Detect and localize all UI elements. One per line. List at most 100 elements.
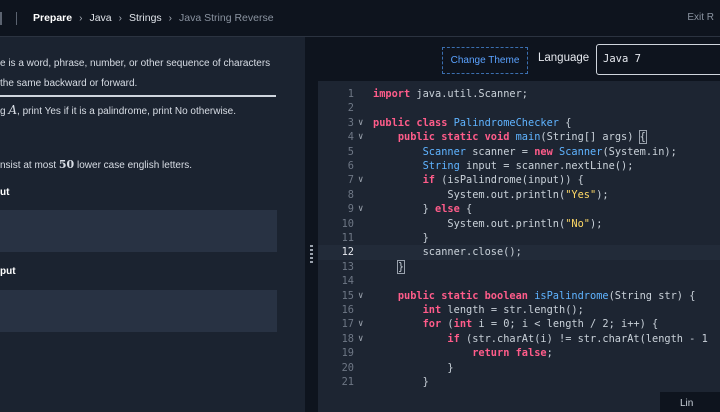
change-theme-button[interactable]: Change Theme (442, 47, 528, 74)
sample-output-heading: put (0, 266, 16, 277)
fold-chevron-icon[interactable]: ∨ (358, 202, 363, 216)
line-number: 5 (347, 145, 354, 158)
code-text: int length = str.length(); (422, 304, 584, 316)
fold-chevron-icon[interactable]: ∨ (358, 317, 363, 331)
code-line[interactable]: 2 (318, 101, 720, 115)
line-number: 19 (341, 347, 354, 360)
line-number: 13 (341, 260, 354, 273)
line-number: 17 (341, 318, 354, 331)
exit-button[interactable]: Exit R (687, 12, 714, 23)
code-line[interactable]: 16 int length = str.length(); (318, 303, 720, 317)
code-line[interactable]: 4 ∨ public static void main(String[] args… (318, 130, 720, 145)
chevron-right-icon: › (118, 12, 122, 24)
code-line[interactable]: 19 return false; (318, 346, 720, 360)
line-number: 20 (341, 361, 354, 374)
intro-line: e is a word, phrase, number, or other se… (0, 58, 271, 69)
sample-output-box (0, 290, 277, 332)
code-text: Scanner scanner = new Scanner(System.in)… (422, 145, 677, 158)
constraint-text: nsist at most 50 lower case english lett… (0, 158, 192, 171)
code-text: } (373, 232, 429, 244)
math-variable: A (8, 103, 18, 117)
code-line[interactable]: 12 scanner.close(); (318, 245, 720, 260)
drag-handle-icon[interactable] (310, 245, 313, 265)
code-text: public static boolean isPalindrome(Strin… (397, 289, 696, 302)
constraint-prefix: nsist at most (0, 160, 59, 171)
line-number: 10 (341, 217, 354, 230)
line-number: 4 (347, 131, 354, 144)
code-text: } (373, 361, 454, 374)
code-text: } (396, 259, 406, 274)
line-number: 15 (341, 289, 354, 302)
code-text: for (int i = 0; i < length / 2; i++) { (422, 318, 659, 331)
code-line[interactable]: 7 ∨ if (isPalindrome(input)) { (318, 173, 720, 187)
line-number: 21 (341, 376, 354, 388)
line-number: 11 (341, 232, 354, 244)
fold-chevron-icon[interactable]: ∨ (358, 173, 363, 187)
line-number: 14 (341, 275, 354, 288)
code-line[interactable]: 18 ∨ if (str.charAt(i) != str.charAt(leng… (318, 332, 720, 346)
task-text: g A, print Yes if it is a palindrome, pr… (0, 103, 236, 117)
code-line[interactable]: 20 } (318, 361, 720, 375)
breadcrumb-java[interactable]: Java (89, 12, 111, 24)
intro-line: the same backward or forward. (0, 78, 138, 89)
cursor-position-status: Lin (660, 392, 720, 412)
line-number: 6 (347, 160, 354, 172)
code-line[interactable]: 9 ∨ } else { (318, 202, 720, 216)
code-line[interactable]: 15 ∨ public static boolean isPalindrome(S… (318, 289, 720, 303)
code-line[interactable]: 13 } (318, 259, 720, 274)
language-select[interactable]: Java 7 (596, 44, 720, 75)
code-text: import java.util.Scanner; (373, 88, 528, 100)
line-number: 2 (347, 102, 354, 115)
breadcrumb-prepare[interactable]: Prepare (33, 12, 72, 24)
code-text: System.out.println("No"); (373, 217, 603, 230)
top-navigation-bar: Prepare › Java › Strings › Java String R… (0, 0, 720, 37)
constraint-suffix: lower case english letters. (74, 160, 193, 171)
problem-statement-panel: e is a word, phrase, number, or other se… (0, 37, 305, 412)
code-text: } else { (373, 203, 473, 216)
language-label: Language (538, 52, 590, 64)
divider (0, 95, 276, 97)
breadcrumb: Prepare › Java › Strings › Java String R… (33, 12, 274, 24)
code-line[interactable]: 3 ∨ public class PalindromeChecker { (318, 116, 720, 130)
line-number: 9 (347, 203, 354, 216)
menu-edge-divider (0, 12, 2, 25)
code-text: return false; (472, 347, 553, 360)
line-number: 7 (347, 174, 354, 187)
code-text: String input = scanner.nextLine(); (422, 160, 634, 172)
fold-chevron-icon[interactable]: ∨ (358, 130, 363, 144)
code-line[interactable]: 14 (318, 274, 720, 288)
sample-input-box (0, 210, 277, 252)
code-text: public class PalindromeChecker { (373, 116, 572, 129)
line-number: 18 (341, 332, 354, 345)
line-number: 12 (341, 246, 354, 259)
chevron-right-icon: › (79, 12, 83, 24)
code-line[interactable]: 11 } (318, 231, 720, 245)
code-line[interactable]: 5 Scanner scanner = new Scanner(System.i… (318, 145, 720, 159)
fold-chevron-icon[interactable]: ∨ (358, 289, 363, 303)
code-text: scanner.close(); (373, 246, 522, 259)
code-line[interactable]: 17 ∨ for (int i = 0; i < length / 2; i++)… (318, 317, 720, 331)
code-line[interactable]: 10 System.out.println("No"); (318, 217, 720, 231)
code-editor[interactable]: 1 import java.util.Scanner; 2 3 ∨ public clas… (318, 81, 720, 412)
line-number: 3 (347, 116, 354, 129)
code-line[interactable]: 8 System.out.println("Yes"); (318, 188, 720, 202)
task-suffix: , print Yes if it is a palindrome, print… (17, 106, 237, 117)
fold-chevron-icon[interactable]: ∨ (358, 332, 363, 346)
code-text: if (str.charAt(i) != str.charAt(length -… (447, 332, 708, 345)
code-line[interactable]: 1 import java.util.Scanner; (318, 87, 720, 101)
problem-intro: e is a word, phrase, number, or other se… (0, 54, 290, 94)
divider (16, 12, 17, 25)
constraint-number: 50 (58, 158, 75, 171)
code-text: System.out.println("Yes"); (373, 188, 609, 201)
line-number: 8 (347, 188, 354, 201)
code-editor-panel: Change Theme Language Java 7 1 import jav… (318, 37, 720, 412)
code-text: public static void main(String[] args) { (397, 130, 647, 145)
code-line[interactable]: 21 } (318, 375, 720, 389)
breadcrumb-strings[interactable]: Strings (129, 12, 162, 24)
code-line[interactable]: 6 String input = scanner.nextLine(); (318, 159, 720, 173)
chevron-right-icon: › (168, 12, 173, 24)
fold-chevron-icon[interactable]: ∨ (358, 116, 363, 130)
code-text: } (373, 376, 429, 388)
line-number: 16 (341, 304, 354, 316)
panel-splitter[interactable] (305, 37, 318, 412)
